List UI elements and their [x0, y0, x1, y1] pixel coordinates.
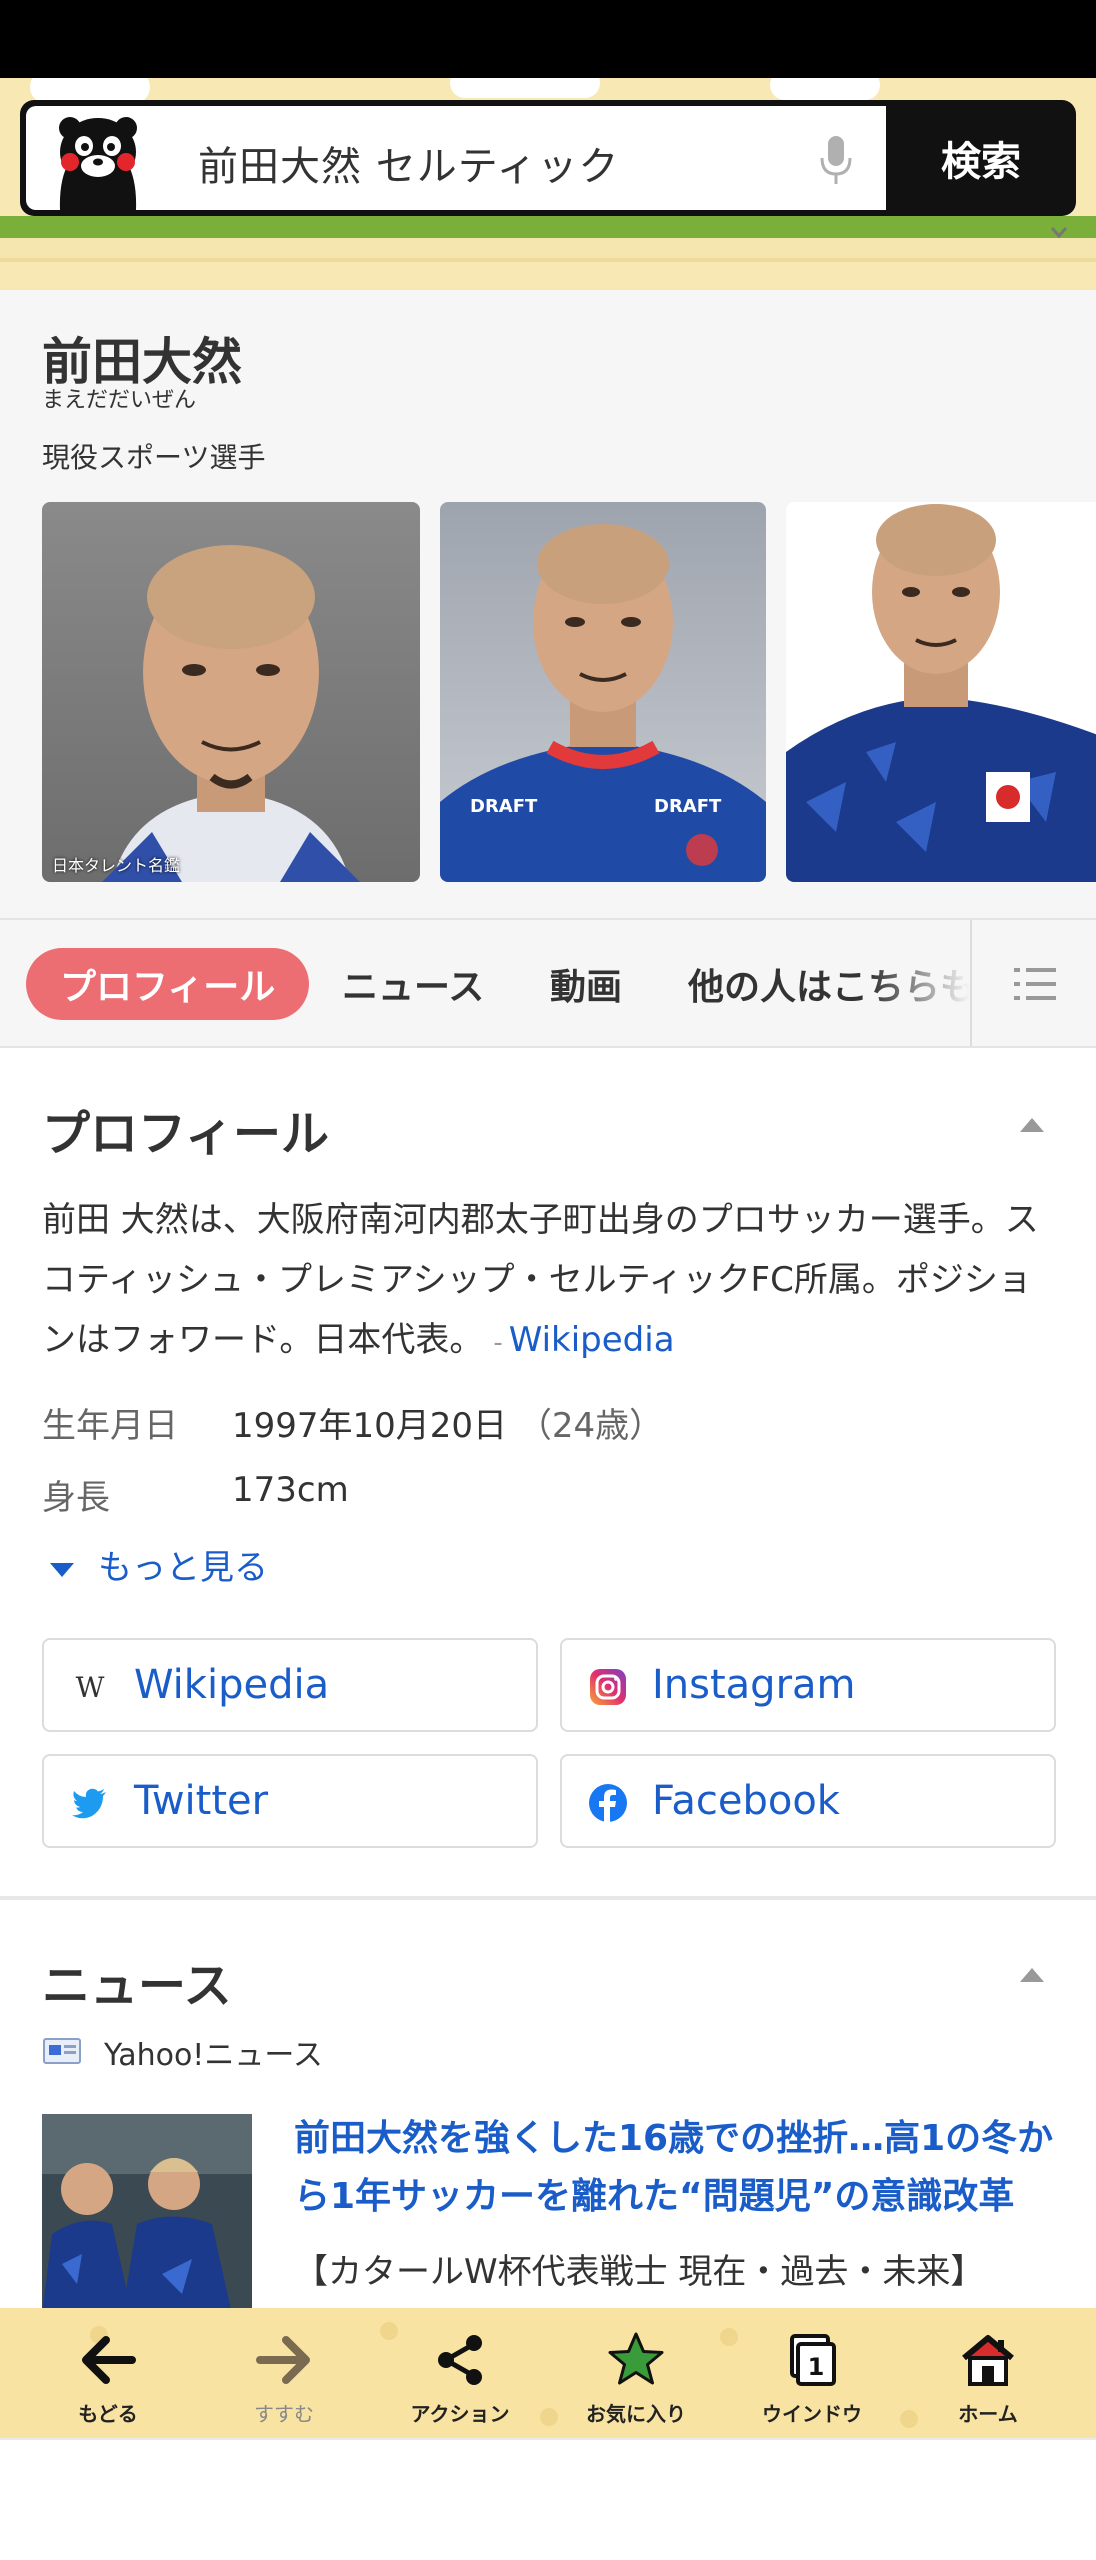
nav-windows[interactable]: 1 ウインドウ: [724, 2308, 900, 2438]
search-button[interactable]: 検索: [892, 106, 1070, 210]
news-thumbnail[interactable]: [42, 2114, 252, 2314]
news-source-icon: [43, 2038, 81, 2064]
tab-videos[interactable]: 動画: [550, 948, 622, 1020]
nav-forward[interactable]: すすむ: [196, 2308, 372, 2438]
window-count: 1: [808, 2353, 825, 2381]
section-divider: [0, 1896, 1096, 1900]
birthdate-value: 1997年10月20日 （24歳）: [232, 1398, 663, 1447]
star-icon: [608, 2332, 664, 2385]
nav-home[interactable]: ホーム: [900, 2308, 1076, 2438]
news-source-name: Yahoo!ニュース: [104, 2038, 323, 2073]
window-icon: 1: [790, 2334, 836, 2386]
portrait-image: [786, 504, 1096, 882]
news-subheadline: 【カタールW杯代表戦士 現在・過去・未来】: [294, 2252, 985, 2292]
instagram-icon: [590, 1669, 626, 1705]
news-image: [42, 2114, 252, 2314]
portrait-image: DRAFT DRAFT: [440, 524, 766, 882]
facebook-link-button[interactable]: Facebook: [560, 1754, 1056, 1848]
cloud-decoration: [450, 78, 600, 98]
nav-windows-label: ウインドウ: [762, 2402, 862, 2426]
collapse-news-icon[interactable]: [1020, 1968, 1044, 1982]
nav-action-label: アクション: [410, 2402, 510, 2426]
collapse-profile-icon[interactable]: [1020, 1118, 1044, 1132]
twitter-icon: [72, 1788, 106, 1819]
svg-text:DRAFT: DRAFT: [470, 796, 538, 817]
height-value: 173cm: [232, 1470, 349, 1510]
grass-strip: [0, 216, 1096, 238]
chevron-down-icon[interactable]: [1044, 218, 1074, 248]
forward-arrow-icon: [256, 2336, 310, 2384]
person-photo[interactable]: 日本タレント名鑑: [42, 502, 420, 882]
tab-news[interactable]: ニュース: [342, 948, 484, 1020]
person-photo[interactable]: DRAFT DRAFT: [440, 502, 766, 882]
person-photo[interactable]: [786, 502, 1096, 882]
caret-down-icon: [50, 1562, 74, 1577]
tab-profile[interactable]: プロフィール: [26, 948, 310, 1020]
svg-text:DRAFT: DRAFT: [654, 796, 722, 817]
profile-section-title: プロフィール: [42, 1106, 330, 1162]
microphone-icon[interactable]: [816, 132, 856, 188]
person-reading: まえだだいぜん: [42, 388, 197, 413]
tab-menu-button[interactable]: [970, 920, 1096, 1046]
news-headline[interactable]: 前田大然を強くした16歳での挫折…高1の冬から1年サッカーを離れた“問題児”の意…: [294, 2110, 1064, 2226]
wikipedia-link-label: Wikipedia: [134, 1662, 330, 1708]
profile-summary: 前田 大然は、大阪府南河内郡太子町出身のプロサッカー選手。スコティッシュ・プレミ…: [42, 1200, 1039, 1360]
nav-forward-label: すすむ: [254, 2402, 314, 2426]
twitter-link-button[interactable]: Twitter: [42, 1754, 538, 1848]
search-query: 前田大然 セルティック: [198, 144, 620, 190]
instagram-link-label: Instagram: [652, 1662, 856, 1708]
height-label: 身長: [42, 1478, 110, 1518]
facebook-link-label: Facebook: [652, 1778, 840, 1824]
show-more-label: もっと見る: [98, 1548, 268, 1588]
tab-bar: プロフィール ニュース 動画 他の人はこちらも: [0, 918, 1096, 1048]
portrait-image: [102, 545, 360, 882]
tab-fade: [870, 920, 970, 1046]
nav-favorites-label: お気に入り: [586, 2402, 686, 2426]
facebook-icon: [589, 1784, 627, 1822]
show-more-link[interactable]: もっと見る: [50, 1540, 268, 1589]
search-box: 前田大然 セルティック 検索: [20, 100, 1076, 216]
person-description: 現役スポーツ選手: [42, 441, 266, 474]
wikipedia-icon: W: [76, 1671, 105, 1704]
list-menu-icon: [1014, 968, 1056, 1000]
wikipedia-link-button[interactable]: W Wikipedia: [42, 1638, 538, 1732]
system-area: [0, 2438, 1096, 2560]
age-text: （24歳）: [517, 1406, 664, 1446]
birthdate-text: 1997年10月20日: [232, 1406, 508, 1446]
cloud-decoration: [770, 78, 880, 100]
svg-text:W: W: [76, 1671, 105, 1704]
nav-home-label: ホーム: [958, 2402, 1018, 2426]
kumamon-mascot-icon: [59, 117, 137, 210]
twitter-link-label: Twitter: [134, 1778, 269, 1824]
knowledge-panel: 前田大然 まえだだいぜん 現役スポーツ選手 日本タレント名鑑 DRAFT DRA…: [0, 290, 1096, 918]
status-bar: [0, 0, 1096, 78]
news-section-title: ニュース: [42, 1958, 232, 2014]
wikipedia-source-link[interactable]: Wikipedia: [509, 1320, 675, 1360]
nav-favorites[interactable]: お気に入り: [548, 2308, 724, 2438]
search-input[interactable]: 前田大然 セルティック: [26, 106, 886, 210]
nav-back-label: もどる: [78, 2402, 138, 2426]
nav-action[interactable]: アクション: [372, 2308, 548, 2438]
share-icon: [438, 2335, 482, 2385]
header-ground: [0, 238, 1096, 262]
bottom-navigation-bar: もどる すすむ アクション お気に入り 1 ウインドウ ホーム: [0, 2308, 1096, 2438]
home-icon: [962, 2335, 1014, 2386]
search-header: 前田大然 セルティック 検索: [0, 78, 1096, 290]
back-arrow-icon: [82, 2336, 136, 2384]
instagram-link-button[interactable]: Instagram: [560, 1638, 1056, 1732]
nav-back[interactable]: もどる: [20, 2308, 196, 2438]
photo-credit: 日本タレント名鑑: [52, 856, 181, 875]
birthdate-label: 生年月日: [42, 1406, 178, 1446]
